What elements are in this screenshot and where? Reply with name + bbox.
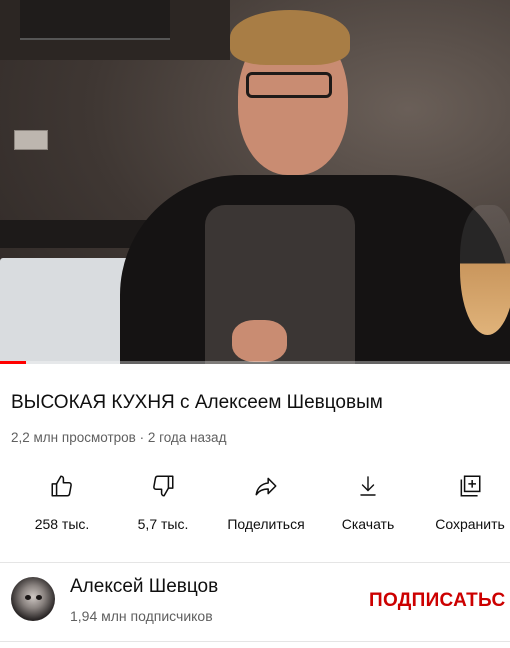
divider xyxy=(0,641,510,642)
progress-bar[interactable] xyxy=(0,361,510,364)
video-frame-glasses xyxy=(246,72,332,98)
like-button[interactable]: 258 тыс. xyxy=(12,470,112,532)
like-count: 258 тыс. xyxy=(34,516,90,532)
video-frame-outlet xyxy=(14,130,48,150)
thumbs-up-icon xyxy=(46,470,78,502)
action-bar: 258 тыс. 5,7 тыс. Поделиться Скачать Сох… xyxy=(0,470,510,540)
video-player[interactable] xyxy=(0,0,510,364)
video-frame-microwave xyxy=(20,0,170,40)
share-icon xyxy=(250,470,282,502)
video-frame-hand xyxy=(232,320,287,362)
dislike-button[interactable]: 5,7 тыс. xyxy=(113,470,213,532)
thumbs-down-icon xyxy=(147,470,179,502)
download-label: Скачать xyxy=(341,516,395,532)
download-icon xyxy=(352,470,384,502)
channel-name[interactable]: Алексей Шевцов xyxy=(70,576,218,598)
avatar-eye xyxy=(36,595,42,600)
video-meta: 2,2 млн просмотров · 2 года назад xyxy=(11,430,227,445)
video-frame-hair xyxy=(230,10,350,65)
video-title[interactable]: ВЫСОКАЯ КУХНЯ с Алексеем Шевцовым xyxy=(11,391,383,415)
dislike-count: 5,7 тыс. xyxy=(137,516,189,532)
avatar-eye xyxy=(25,595,31,600)
save-to-playlist-icon xyxy=(454,470,486,502)
video-frame-wine-glass xyxy=(460,205,510,335)
share-button[interactable]: Поделиться xyxy=(216,470,316,532)
download-button[interactable]: Скачать xyxy=(318,470,418,532)
save-button[interactable]: Сохранить xyxy=(420,470,510,532)
save-label: Сохранить xyxy=(435,516,505,532)
subscribe-button[interactable]: ПОДПИСАТЬС xyxy=(369,590,506,612)
progress-bar-fill xyxy=(0,361,26,364)
channel-avatar[interactable] xyxy=(11,577,55,621)
subscriber-count: 1,94 млн подписчиков xyxy=(70,608,213,624)
share-label: Поделиться xyxy=(227,516,305,532)
channel-row: Алексей Шевцов 1,94 млн подписчиков ПОДП… xyxy=(0,563,510,641)
